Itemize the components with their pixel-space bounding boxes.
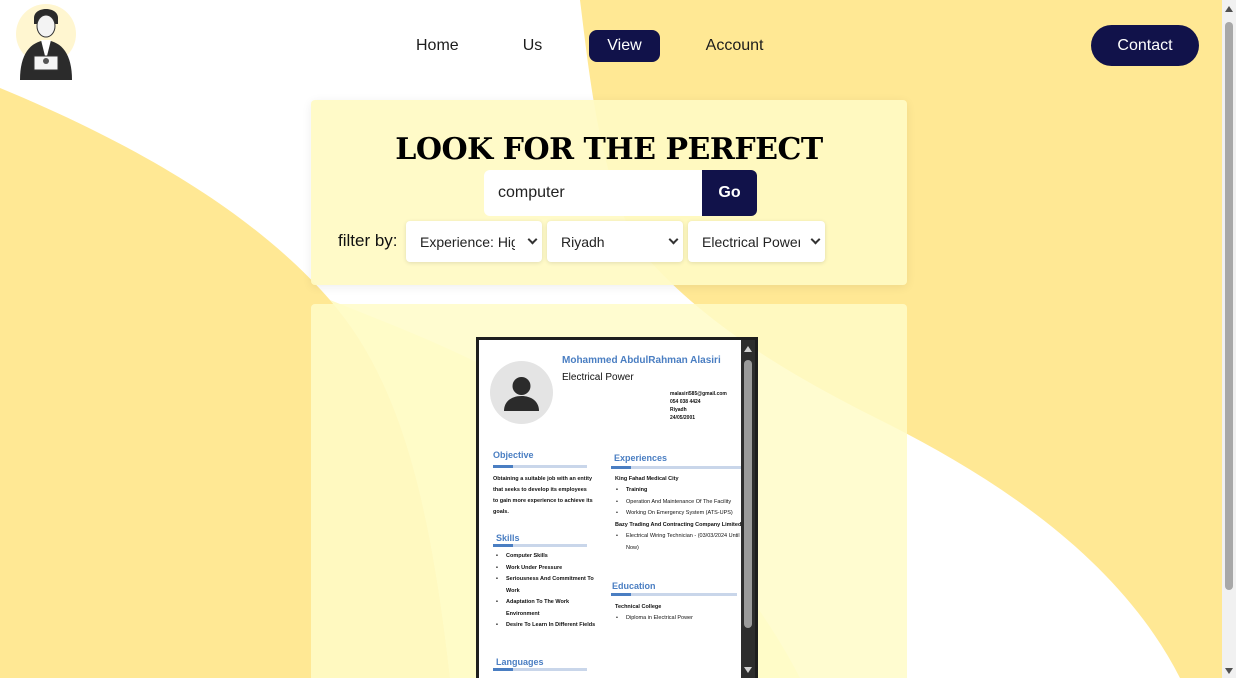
list-item: Adaptation To The Work Environment <box>496 597 598 620</box>
skills-list: Computer Skills Work Under Pressure Seri… <box>496 551 598 632</box>
cv-name: Mohammed AbdulRahman Alasiri <box>562 355 721 366</box>
go-button[interactable]: Go <box>702 170 757 216</box>
list-item: Seriousness And Commitment To Work <box>496 574 598 597</box>
search-panel: LOOK FOR THE PERFECT CANDIDATE Go filter… <box>311 100 907 285</box>
cv-city: Riyadh <box>670 407 687 413</box>
cv-scrollbar[interactable] <box>741 340 755 678</box>
person-icon <box>504 377 539 411</box>
list-item: Work Under Pressure <box>496 563 598 575</box>
education-organization: Technical College <box>615 604 662 610</box>
experience-filter-select[interactable]: Experience: High <box>406 221 542 262</box>
list-item: Working On Emergency System (ATS-UPS) <box>616 508 746 520</box>
nav-home[interactable]: Home <box>398 30 477 62</box>
objective-text: Obtaining a suitable job with an entity … <box>493 476 593 515</box>
list-item: Training <box>616 485 746 497</box>
exp1-organization: King Fahad Medical City <box>615 476 679 482</box>
experience-filter-value: Experience: High <box>420 233 515 250</box>
list-item: Desire To Learn In Different Fields <box>496 620 598 632</box>
section-divider <box>611 466 741 469</box>
filter-label: filter by: <box>338 231 398 250</box>
cv-role: Electrical Power <box>562 372 634 383</box>
chevron-down-icon <box>527 234 538 245</box>
nav-us[interactable]: Us <box>505 30 561 62</box>
education-title: Education <box>612 581 656 591</box>
chevron-down-icon <box>810 234 821 245</box>
scroll-thumb[interactable] <box>1225 22 1233 590</box>
scroll-down-icon[interactable] <box>744 667 752 673</box>
section-divider <box>493 544 587 547</box>
list-item: Computer Skills <box>496 551 598 563</box>
scroll-up-icon[interactable] <box>1225 6 1233 12</box>
cv-dob: 24/05/2001 <box>670 415 696 421</box>
city-filter-value: Riyadh <box>561 233 605 250</box>
objective-title: Objective <box>493 450 534 460</box>
cv-viewer[interactable]: Mohammed AbdulRahman Alasiri Electrical … <box>476 337 758 678</box>
exp2-organization: Bazy Trading And Contracting Company Lim… <box>615 522 742 528</box>
major-filter-select[interactable]: Electrical Power <box>688 221 825 262</box>
nav-view[interactable]: View <box>589 29 660 62</box>
cv-email: malasiri585@gmail.com <box>670 391 727 397</box>
exp2-list: Electrical Wiring Technician - (03/03/20… <box>616 531 744 554</box>
contact-button[interactable]: Contact <box>1091 25 1199 66</box>
chevron-down-icon <box>668 234 679 245</box>
major-filter-value: Electrical Power <box>702 233 800 250</box>
exp1-list: Training Operation And Maintenance Of Th… <box>616 485 746 520</box>
nav-account[interactable]: Account <box>688 30 782 62</box>
page-scrollbar[interactable] <box>1222 0 1236 678</box>
logo[interactable] <box>14 4 78 80</box>
scroll-thumb[interactable] <box>744 360 752 628</box>
avatar <box>490 361 553 424</box>
education-list: Diploma in Electrical Power <box>616 613 736 625</box>
list-item: Operation And Maintenance Of The Facilit… <box>616 497 746 509</box>
search-input[interactable] <box>484 170 702 216</box>
main-nav: Home Us View Account <box>398 29 781 62</box>
section-divider <box>611 593 737 596</box>
city-filter-select[interactable]: Riyadh <box>547 221 683 262</box>
scroll-down-icon[interactable] <box>1225 668 1233 674</box>
list-item: Diploma in Electrical Power <box>616 613 736 625</box>
section-divider <box>493 465 587 468</box>
section-divider <box>493 668 587 671</box>
list-item: Electrical Wiring Technician - (03/03/20… <box>616 531 744 554</box>
scroll-up-icon[interactable] <box>744 346 752 352</box>
cv-contact-info: malasiri585@gmail.com 054 038 4424 Riyad… <box>670 390 727 422</box>
languages-title: Languages <box>496 657 544 667</box>
cv-phone: 054 038 4424 <box>670 399 701 405</box>
experiences-title: Experiences <box>614 453 668 463</box>
skills-title: Skills <box>496 533 520 543</box>
